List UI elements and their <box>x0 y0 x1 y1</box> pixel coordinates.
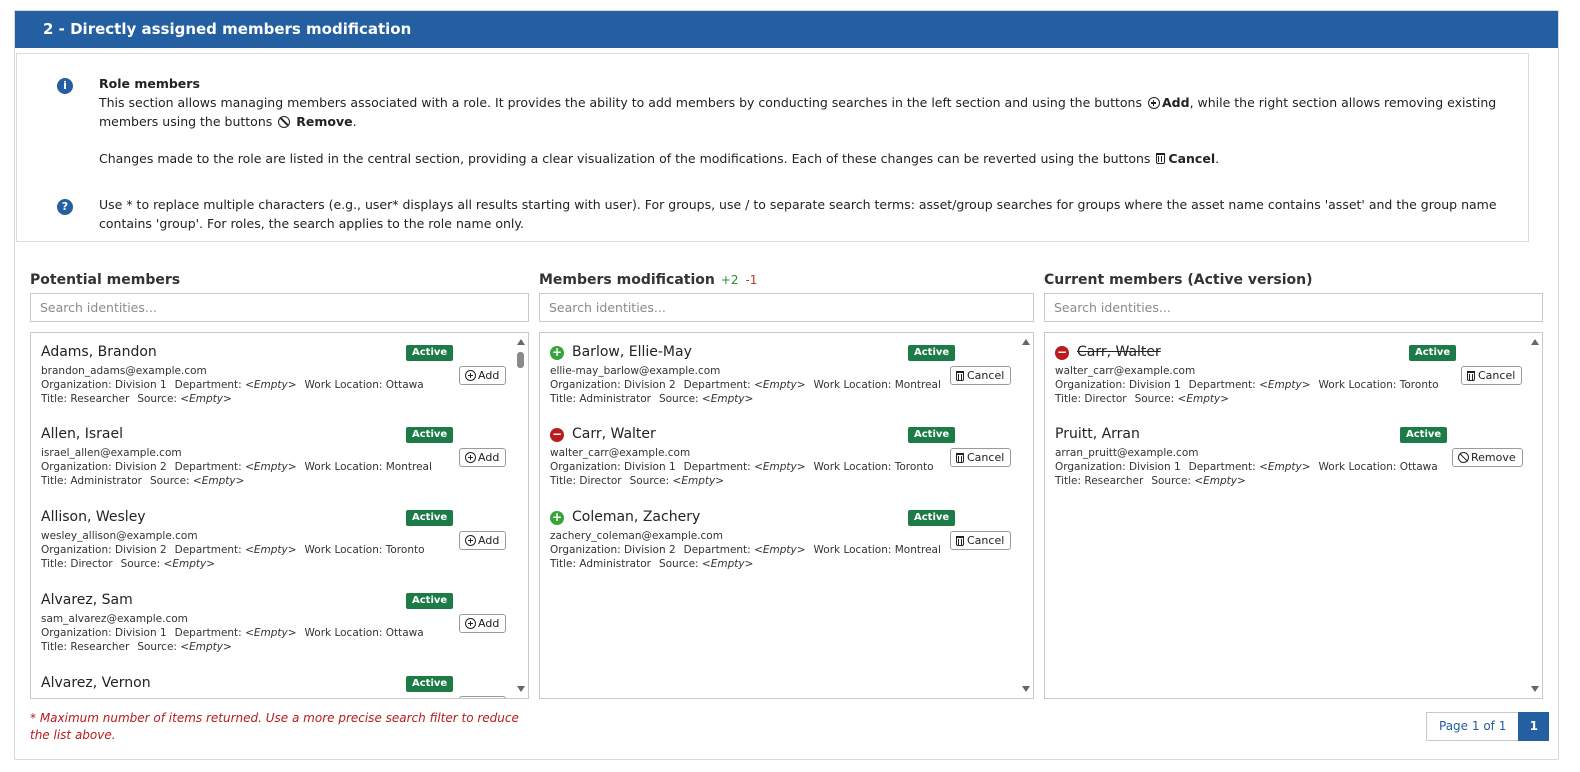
status-badge: Active <box>406 593 454 609</box>
page-button-1[interactable]: 1 <box>1518 712 1550 741</box>
modification-search-input[interactable] <box>539 293 1034 322</box>
status-badge: Active <box>908 510 956 526</box>
status-badge: Active <box>406 345 454 361</box>
section-header: 2 - Directly assigned members modificati… <box>15 11 1558 48</box>
trash-icon <box>956 371 964 381</box>
potential-members-title: Potential members <box>30 272 181 288</box>
current-members-list[interactable]: − Carr, Walter Active walter_carr@exampl… <box>1044 332 1543 699</box>
status-badge: Active <box>406 427 454 443</box>
list-item: + Barlow, Ellie-May Active ellie-may_bar… <box>550 333 1012 413</box>
removed-count: -1 <box>745 273 758 287</box>
potential-members-list[interactable]: Adams, Brandon Active brandon_adams@exam… <box>30 332 529 699</box>
members-modification-list[interactable]: + Barlow, Ellie-May Active ellie-may_bar… <box>539 332 1034 699</box>
add-button[interactable]: Add <box>459 696 507 698</box>
current-search-input[interactable] <box>1044 293 1543 322</box>
list-item: − Carr, Walter Active walter_carr@exampl… <box>550 415 1012 495</box>
scroll-down-arrow[interactable] <box>517 686 525 692</box>
list-item: − Carr, Walter Active walter_carr@exampl… <box>1055 333 1523 413</box>
status-badge: Active <box>908 427 956 443</box>
add-circle-icon <box>465 618 476 629</box>
status-badge: Active <box>1400 427 1448 443</box>
added-count: +2 <box>720 273 739 287</box>
add-circle-icon <box>465 535 476 546</box>
max-items-footnote: * Maximum number of items returned. Use … <box>30 711 519 742</box>
trash-icon <box>1467 371 1475 381</box>
members-modification-title: Members modification +2 -1 <box>539 272 758 288</box>
cancel-button[interactable]: Cancel <box>950 448 1012 467</box>
potential-search-input[interactable] <box>30 293 529 322</box>
page-indicator: Page 1 of 1 <box>1426 712 1519 741</box>
add-circle-icon <box>465 370 476 381</box>
cancel-button[interactable]: Cancel <box>950 366 1012 385</box>
list-item: Alvarez, Sam Active sam_alvarez@example.… <box>41 581 507 661</box>
cancel-button[interactable]: Cancel <box>1461 366 1523 385</box>
ban-icon <box>278 116 291 128</box>
minus-circle-icon: − <box>1055 345 1069 360</box>
add-button[interactable]: Add <box>459 614 507 633</box>
scroll-down-arrow[interactable] <box>1531 686 1539 692</box>
add-circle-icon <box>465 452 476 463</box>
add-circle-icon <box>1147 97 1160 109</box>
list-item: + Coleman, Zachery Active zachery_colema… <box>550 498 1012 578</box>
scrollbar[interactable] <box>1528 333 1542 698</box>
list-item: Pruitt, Arran Active arran_pruitt@exampl… <box>1055 415 1523 495</box>
trash-icon <box>1156 153 1166 164</box>
info-paragraph-2: Changes made to the role are listed in t… <box>99 151 1220 166</box>
minus-circle-icon: − <box>550 427 564 442</box>
trash-icon <box>956 536 964 546</box>
scroll-down-arrow[interactable] <box>1022 686 1030 692</box>
scroll-up-arrow[interactable] <box>1531 339 1539 345</box>
plus-circle-icon: + <box>550 510 564 525</box>
plus-circle-icon: + <box>550 345 564 360</box>
info-box: i Role members This section allows manag… <box>16 53 1529 242</box>
info-icon: i <box>57 78 73 94</box>
add-button[interactable]: Add <box>459 448 507 467</box>
status-badge: Active <box>1409 345 1457 361</box>
scrollbar[interactable] <box>514 333 528 698</box>
status-badge: Active <box>406 510 454 526</box>
ban-icon <box>1458 452 1469 463</box>
pagination: Page 1 of 1 1 <box>1426 712 1550 741</box>
scrollbar[interactable] <box>1019 333 1033 698</box>
info-text: Role members This section allows managin… <box>99 74 1498 168</box>
scroll-up-arrow[interactable] <box>1022 339 1030 345</box>
help-icon: ? <box>57 199 73 215</box>
list-item: Allen, Israel Active israel_allen@exampl… <box>41 415 507 495</box>
current-members-title: Current members (Active version) <box>1044 272 1313 288</box>
status-badge: Active <box>406 676 454 692</box>
add-button[interactable]: Add <box>459 366 507 385</box>
add-button[interactable]: Add <box>459 531 507 550</box>
remove-button[interactable]: Remove <box>1452 448 1523 467</box>
info-paragraph-1: This section allows managing members ass… <box>99 95 1497 129</box>
list-item: Allison, Wesley Active wesley_allison@ex… <box>41 498 507 578</box>
list-item: Alvarez, Vernon Active Add <box>41 664 507 698</box>
list-item: Adams, Brandon Active brandon_adams@exam… <box>41 333 507 413</box>
status-badge: Active <box>908 345 956 361</box>
info-title: Role members <box>99 76 200 91</box>
scroll-thumb[interactable] <box>517 352 524 368</box>
help-text: Use * to replace multiple characters (e.… <box>99 197 1497 231</box>
scroll-up-arrow[interactable] <box>517 339 525 345</box>
trash-icon <box>956 453 964 463</box>
cancel-button[interactable]: Cancel <box>950 531 1012 550</box>
